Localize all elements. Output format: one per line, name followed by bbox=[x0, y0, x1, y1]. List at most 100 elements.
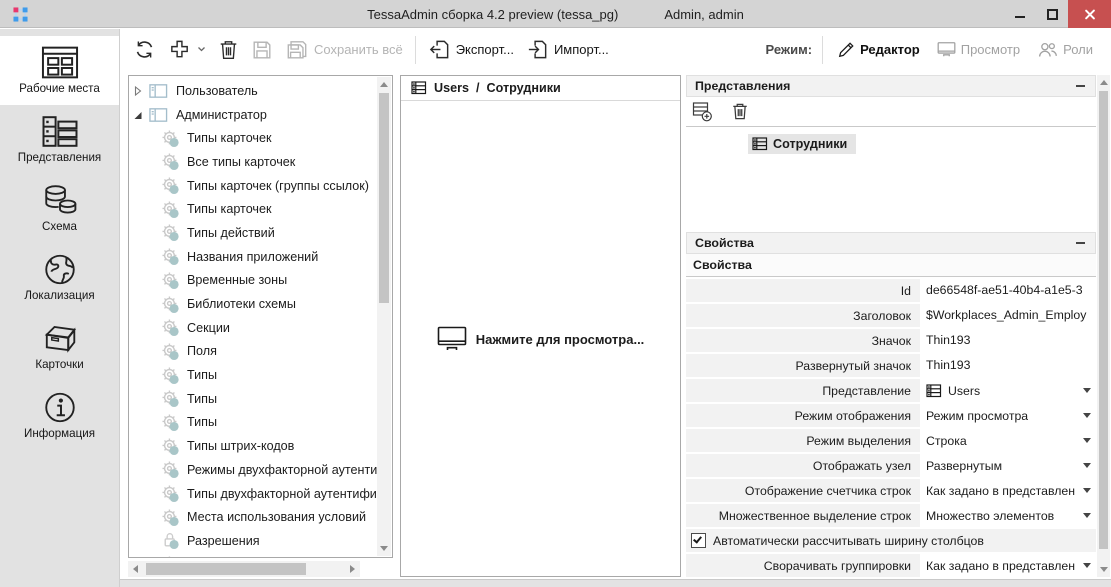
tree-item[interactable]: Места использования условий bbox=[129, 505, 378, 529]
sidebar-item-localization[interactable]: Локализация bbox=[0, 243, 119, 312]
tree-item[interactable]: Временные зоны bbox=[129, 269, 378, 293]
tree-item[interactable]: Разрешения bbox=[129, 529, 378, 553]
tree-item[interactable]: Библиотеки схемы bbox=[129, 292, 378, 316]
view-list-icon bbox=[411, 81, 427, 95]
export-label: Экспорт... bbox=[456, 42, 514, 57]
checkbox[interactable] bbox=[691, 533, 706, 548]
tree-hscrollbar-thumb[interactable] bbox=[146, 563, 306, 575]
gear-icon bbox=[161, 508, 180, 527]
property-dropdown[interactable]: Режим просмотра bbox=[920, 404, 1096, 427]
tree-item[interactable] bbox=[129, 553, 378, 557]
sidebar-item-schema[interactable]: Схема bbox=[0, 174, 119, 243]
properties-rows: IdЗаголовокЗначокРазвернутый значокПредс… bbox=[686, 279, 1096, 577]
check-icon bbox=[693, 534, 702, 543]
property-input[interactable] bbox=[920, 329, 1096, 352]
property-dropdown[interactable]: Как задано в представлен bbox=[920, 479, 1096, 502]
tree-item[interactable]: Типы карточек bbox=[129, 126, 378, 150]
tree-item[interactable]: Типы bbox=[129, 363, 378, 387]
views-list-item-selected[interactable]: Сотрудники bbox=[748, 134, 856, 154]
dropdown-arrow-icon bbox=[1083, 388, 1091, 393]
breadcrumb-separator: / bbox=[476, 81, 480, 95]
tree-item[interactable]: Типы карточек (группы ссылок) bbox=[129, 174, 378, 198]
save-button[interactable] bbox=[251, 39, 273, 61]
add-view-button[interactable] bbox=[692, 101, 713, 122]
scroll-up-icon[interactable] bbox=[1100, 80, 1108, 85]
property-input[interactable] bbox=[920, 279, 1096, 302]
tree-item[interactable]: Типы bbox=[129, 411, 378, 435]
tree-item-label: Все типы карточек bbox=[187, 155, 295, 169]
tree-vertical-scrollbar[interactable] bbox=[377, 77, 391, 556]
sidebar-item-information[interactable]: Информация bbox=[0, 381, 119, 450]
mode-editor-button[interactable]: Редактор bbox=[833, 41, 924, 59]
cards-icon bbox=[41, 322, 79, 355]
add-button[interactable] bbox=[168, 38, 206, 61]
tree-item[interactable]: Поля bbox=[129, 340, 378, 364]
sidebar-item-views[interactable]: Представления bbox=[0, 105, 119, 174]
tree-item[interactable]: Режимы двухфакторной аутентиф bbox=[129, 458, 378, 482]
mode-view-button[interactable]: Просмотр bbox=[933, 41, 1024, 58]
tree-item[interactable]: Типы двухфакторной аутентифика bbox=[129, 482, 378, 506]
sidebar-item-cards[interactable]: Карточки bbox=[0, 312, 119, 381]
tree-item[interactable]: Типы штрих-кодов bbox=[129, 434, 378, 458]
property-input[interactable] bbox=[920, 304, 1096, 327]
gear-icon bbox=[161, 555, 180, 557]
property-label: Режим выделения bbox=[686, 434, 920, 448]
tree-item[interactable]: Типы bbox=[129, 387, 378, 411]
preview-empty-message[interactable]: Нажмите для просмотра... bbox=[401, 326, 680, 352]
main-toolbar: Сохранить всё Экспорт... Импорт... Режим… bbox=[121, 29, 1111, 70]
property-dropdown[interactable]: Users bbox=[920, 379, 1096, 402]
collapse-properties-button[interactable] bbox=[1073, 236, 1087, 250]
dropdown-value: Users bbox=[948, 384, 980, 398]
properties-group-header: Свойства bbox=[686, 254, 1096, 277]
dropdown-value: Как задано в представлен bbox=[926, 484, 1075, 498]
tree-item[interactable]: Секции bbox=[129, 316, 378, 340]
delete-button[interactable] bbox=[218, 39, 239, 61]
tree-horizontal-scrollbar[interactable] bbox=[128, 561, 360, 577]
scroll-right-icon[interactable] bbox=[350, 565, 355, 573]
property-dropdown[interactable]: Множество элементов bbox=[920, 504, 1096, 527]
refresh-button[interactable] bbox=[133, 38, 156, 61]
export-button[interactable]: Экспорт... bbox=[428, 38, 514, 61]
save-all-button[interactable]: Сохранить всё bbox=[285, 39, 403, 61]
maximize-button[interactable] bbox=[1036, 0, 1068, 28]
property-row: Режим выделения Строка bbox=[686, 429, 1096, 452]
tree-scrollbar-thumb[interactable] bbox=[379, 93, 389, 303]
expander-collapsed-icon[interactable] bbox=[132, 84, 143, 98]
tree-item-label: Секции bbox=[187, 321, 230, 335]
expander-expanded-icon[interactable] bbox=[132, 108, 143, 122]
tree-item[interactable]: Типы карточек bbox=[129, 197, 378, 221]
sidebar-item-workplaces[interactable]: Рабочие места bbox=[0, 36, 119, 105]
properties-vertical-scrollbar[interactable] bbox=[1097, 75, 1110, 577]
minimize-button[interactable] bbox=[1004, 0, 1036, 28]
import-button[interactable]: Импорт... bbox=[526, 38, 609, 61]
property-dropdown[interactable]: Как задано в представлен bbox=[920, 554, 1096, 577]
property-dropdown[interactable]: Развернутым bbox=[920, 454, 1096, 477]
scroll-down-icon[interactable] bbox=[380, 546, 388, 551]
preview-empty-text: Нажмите для просмотра... bbox=[476, 332, 645, 347]
tree-item[interactable]: Названия приложений bbox=[129, 245, 378, 269]
dropdown-value: Строка bbox=[926, 434, 967, 448]
tree-item-label: Типы bbox=[187, 415, 217, 429]
property-dropdown[interactable]: Строка bbox=[920, 429, 1096, 452]
delete-view-button[interactable] bbox=[731, 102, 749, 121]
scroll-up-icon[interactable] bbox=[380, 82, 388, 87]
properties-section-header: Свойства bbox=[686, 232, 1096, 254]
mode-roles-button[interactable]: Роли bbox=[1033, 41, 1097, 58]
properties-scrollbar-thumb[interactable] bbox=[1099, 91, 1108, 549]
scroll-down-icon[interactable] bbox=[1100, 567, 1108, 572]
workplaces-tree-panel: ПользовательАдминистраторТипы карточекВс… bbox=[128, 75, 393, 558]
tree-item[interactable]: Типы действий bbox=[129, 221, 378, 245]
property-row: Сворачивать группировкиКак задано в пред… bbox=[686, 554, 1096, 577]
close-button[interactable] bbox=[1068, 0, 1111, 28]
gear-icon bbox=[161, 223, 180, 242]
tree-item[interactable]: Администратор bbox=[129, 103, 378, 127]
tree-item[interactable]: Все типы карточек bbox=[129, 150, 378, 174]
property-input[interactable] bbox=[920, 354, 1096, 377]
monitor-icon bbox=[437, 326, 467, 352]
tree-item[interactable]: Пользователь bbox=[129, 79, 378, 103]
gear-icon bbox=[161, 318, 180, 337]
collapse-views-button[interactable] bbox=[1073, 79, 1087, 93]
scroll-left-icon[interactable] bbox=[133, 565, 138, 573]
gear-icon bbox=[161, 247, 180, 266]
list-icon bbox=[926, 384, 942, 398]
